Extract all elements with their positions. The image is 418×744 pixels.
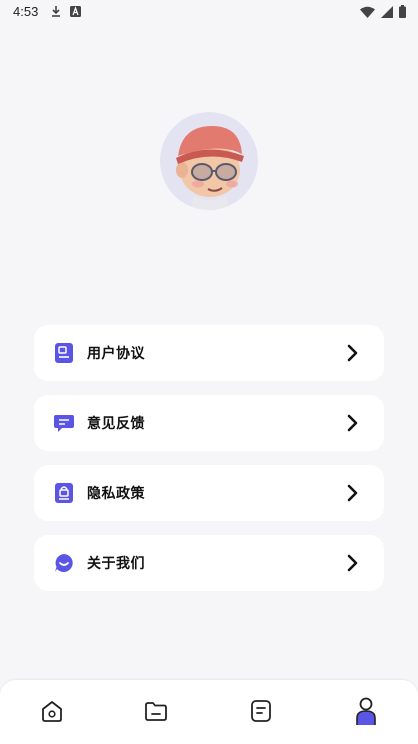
chevron-right-icon <box>347 554 358 572</box>
home-icon[interactable] <box>39 698 65 724</box>
wifi-icon <box>360 6 375 18</box>
battery-icon <box>399 5 406 18</box>
chevron-right-icon <box>347 484 358 502</box>
chevron-right-icon <box>347 414 358 432</box>
avatar-character-icon <box>176 126 244 210</box>
profile-icon[interactable] <box>352 696 380 726</box>
folder-icon[interactable] <box>143 698 169 724</box>
menu-item-user-agreement[interactable]: 用户协议 <box>34 325 384 381</box>
lock-document-icon <box>55 483 73 503</box>
document-icon <box>55 343 73 363</box>
menu-item-feedback[interactable]: 意见反馈 <box>34 395 384 451</box>
menu-item-label: 意见反馈 <box>87 416 145 432</box>
download-icon <box>52 6 60 17</box>
status-bar: 4:53 <box>0 0 418 24</box>
avatar[interactable] <box>160 112 258 210</box>
smile-chat-icon <box>55 554 73 572</box>
settings-menu: 用户协议 意见反馈 隐私政策 关于我们 <box>34 325 384 605</box>
status-time: 4:53 <box>13 4 39 19</box>
menu-item-label: 用户协议 <box>87 346 145 362</box>
signal-icon <box>381 5 393 18</box>
text-a-icon <box>70 5 81 17</box>
menu-item-privacy-policy[interactable]: 隐私政策 <box>34 465 384 521</box>
chevron-right-icon <box>347 344 358 362</box>
menu-item-label: 隐私政策 <box>87 486 145 502</box>
menu-item-about-us[interactable]: 关于我们 <box>34 535 384 591</box>
note-icon[interactable] <box>248 698 274 724</box>
bottom-nav <box>0 680 418 744</box>
menu-item-label: 关于我们 <box>87 556 145 572</box>
chat-message-icon <box>54 415 74 432</box>
